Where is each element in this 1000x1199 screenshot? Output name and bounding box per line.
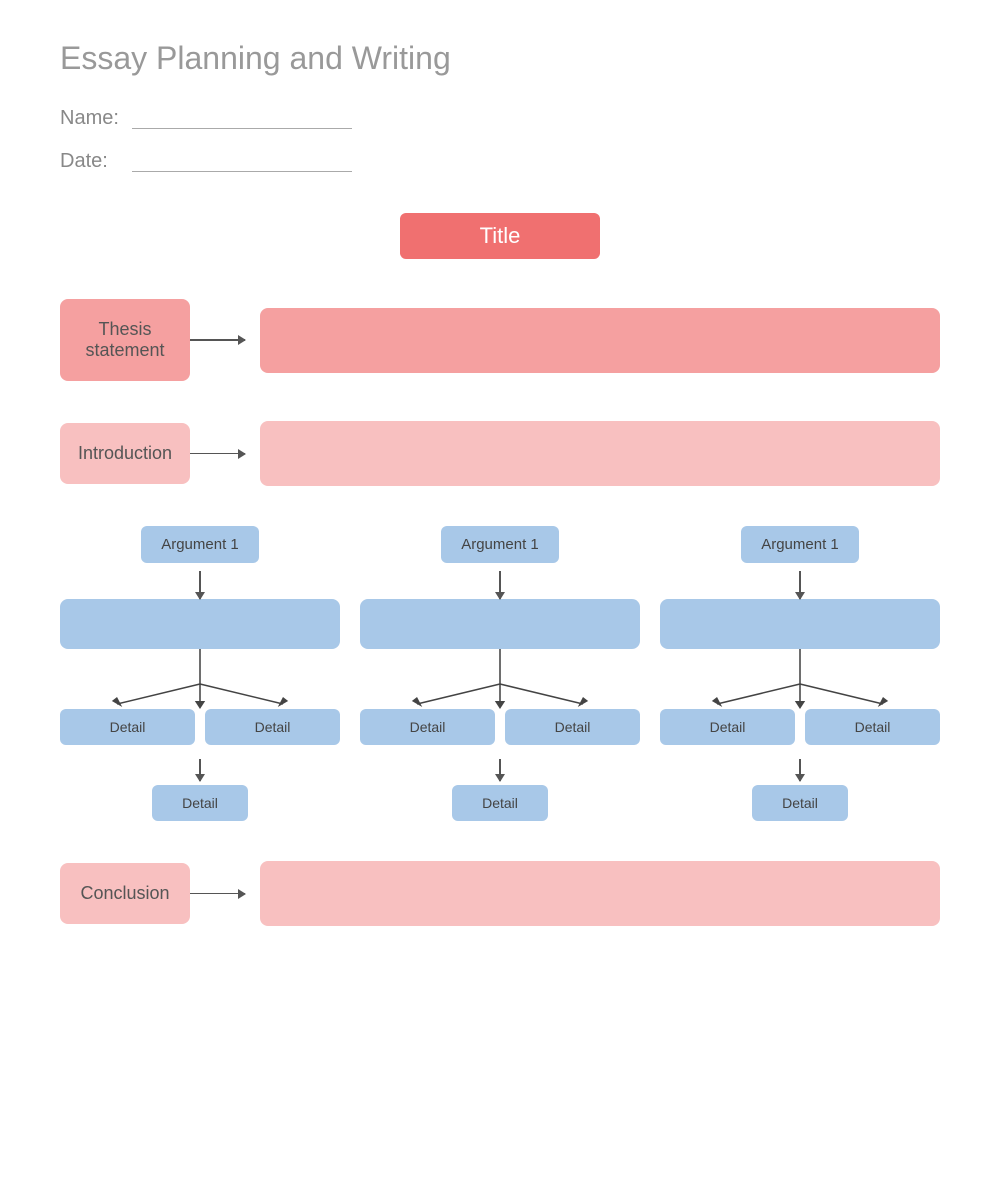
title-section: Title (60, 213, 940, 259)
thesis-row: Thesis statement (60, 299, 940, 381)
introduction-arrow-line (190, 453, 245, 455)
argument-3-branch-svg (660, 649, 940, 709)
conclusion-content-box[interactable] (260, 861, 940, 926)
argument-1-detail-bottom: Detail (152, 785, 248, 821)
argument-2-bottom-arrow (499, 759, 501, 781)
argument-3-bottom-arrow (799, 759, 801, 781)
argument-2-down-arrow (499, 571, 501, 599)
date-label: Date: (60, 150, 120, 173)
argument-3-detail-bottom: Detail (752, 785, 848, 821)
introduction-label-box: Introduction (60, 423, 190, 484)
conclusion-row: Conclusion (60, 861, 940, 926)
argument-column-1: Argument 1 Detail Detail (60, 526, 340, 821)
introduction-arrow (190, 453, 260, 455)
thesis-label-box: Thesis statement (60, 299, 190, 381)
argument-1-bottom-arrow (199, 759, 201, 781)
date-field-row: Date: (60, 150, 940, 173)
argument-column-2: Argument 1 Detail Detail Detail (360, 526, 640, 821)
name-label: Name: (60, 107, 120, 130)
argument-1-details: Detail Detail Detail (60, 649, 340, 821)
argument-2-detail-1: Detail (360, 709, 495, 745)
argument-2-branch-svg (360, 649, 640, 709)
thesis-arrow (190, 339, 260, 341)
introduction-content-box[interactable] (260, 421, 940, 486)
argument-2-label: Argument 1 (441, 526, 559, 563)
argument-3-label: Argument 1 (741, 526, 859, 563)
name-field-row: Name: (60, 107, 940, 130)
arguments-section: Argument 1 Detail Detail (60, 526, 940, 821)
argument-1-wide-box[interactable] (60, 599, 340, 649)
argument-3-detail-1: Detail (660, 709, 795, 745)
argument-2-detail-bottom: Detail (452, 785, 548, 821)
argument-1-down-arrow (199, 571, 201, 599)
argument-2-detail-2: Detail (505, 709, 640, 745)
argument-3-detail-row: Detail Detail (660, 709, 940, 745)
title-box: Title (400, 213, 601, 259)
argument-2-details: Detail Detail Detail (360, 649, 640, 821)
thesis-content-box[interactable] (260, 308, 940, 373)
introduction-row: Introduction (60, 421, 940, 486)
name-input[interactable] (132, 109, 352, 129)
argument-3-detail-2: Detail (805, 709, 940, 745)
conclusion-arrow-line (190, 893, 245, 895)
argument-3-wide-box[interactable] (660, 599, 940, 649)
argument-1-branch-svg (60, 649, 340, 709)
argument-1-detail-2: Detail (205, 709, 340, 745)
conclusion-arrow (190, 893, 260, 895)
argument-column-3: Argument 1 Detail Detail Detail (660, 526, 940, 821)
argument-1-detail-1: Detail (60, 709, 195, 745)
date-input[interactable] (132, 152, 352, 172)
conclusion-label-box: Conclusion (60, 863, 190, 924)
argument-1-label: Argument 1 (141, 526, 259, 563)
thesis-arrow-line (190, 339, 245, 341)
argument-3-details: Detail Detail Detail (660, 649, 940, 821)
argument-1-detail-row: Detail Detail (60, 709, 340, 745)
argument-3-down-arrow (799, 571, 801, 599)
page-title: Essay Planning and Writing (60, 40, 940, 77)
argument-2-wide-box[interactable] (360, 599, 640, 649)
argument-2-detail-row: Detail Detail (360, 709, 640, 745)
